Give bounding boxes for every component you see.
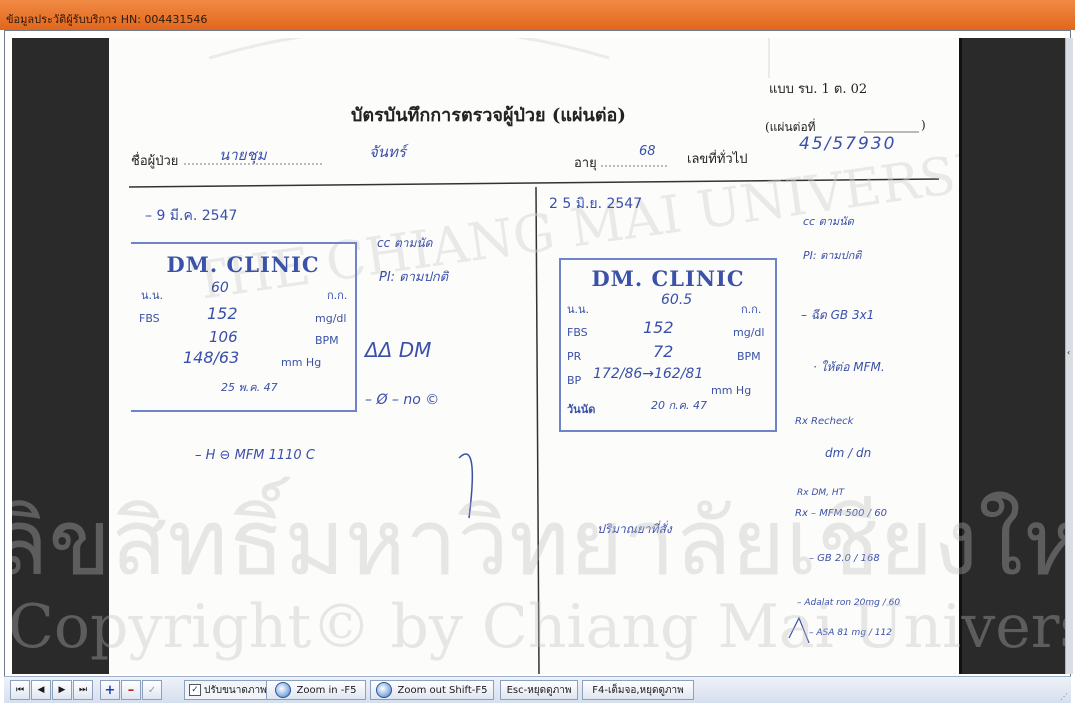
minus-icon: – [127,682,135,698]
right-stamp-nn-value: 60.5 [661,292,693,308]
plus-icon: + [104,682,116,698]
note-left-1: PI: ตามปกติ [379,270,449,285]
right-stamp-nn-label: น.น. [567,303,590,316]
esc-stop-label: Esc-หยุดดูภาพ [506,684,572,696]
left-stamp-fbs-label: FBS [139,312,160,325]
right-stamp-fbs-unit: mg/dl [733,326,765,339]
right-visit-date: 2 5 มิ.ย. 2547 [549,196,643,212]
note-right-6: Rx DM, HT [797,488,845,498]
scroll-arrow-icon[interactable]: ‹ [1067,348,1070,357]
hn-value: 45/57930 [799,134,897,154]
age-label: อายุ [574,156,597,171]
note-right-10: – ASA 81 mg / 112 [809,628,892,638]
left-stamp-bp-unit: mm Hg [281,356,322,369]
note-right-2: – ฉีด GB 3x1 [801,308,875,322]
note-right-4: Rx Recheck [795,416,854,427]
right-stamp-appt-label: วันนัด [567,403,596,416]
left-stamp-nn-label: น.น. [141,289,164,302]
left-stamp-appt-value: 25 พ.ค. 47 [221,381,278,394]
right-stamp-bp-unit: mm Hg [711,384,752,397]
last-page-icon: ⏭ [78,685,88,695]
hn-label: เลขที่ทั่วไป [687,152,748,167]
note-right-0: cc ตามนัด [803,215,854,228]
scanned-document: THE CHIANG MAI UNIVERSITY แบบ รบ. 1 ต. 0… [109,38,962,674]
card-heading: บัตรบันทึกการตรวจผู้ป่วย (แผ่นต่อ) [351,105,626,126]
sheet-close: ) [921,118,926,132]
patient-name: นายชุม [219,146,267,164]
left-visit-date: – 9 มี.ค. 2547 [145,208,238,224]
add-button[interactable]: + [100,680,120,700]
zoom-out-icon [376,682,393,698]
left-stamp-pr-value: 106 [209,328,238,346]
form-code: แบบ รบ. 1 ต. 02 [769,82,868,97]
note-bottom: ปริมาณยาที่สั่ง [597,522,672,536]
note-right-3: · ให้ต่อ MFM. [813,360,885,374]
next-page-button[interactable]: ▶ [52,680,72,700]
note-right-7: Rx – MFM 500 / 60 [795,508,887,519]
zoom-in-icon [275,682,292,698]
fit-image-checkbox[interactable]: ✓ ปรับขนาดภาพ [184,680,272,700]
right-stamp-pr-unit: BPM [737,350,761,363]
esc-stop-button[interactable]: Esc-หยุดดูภาพ [500,680,578,700]
zoom-in-label: Zoom in -F5 [296,684,357,696]
note-right-9: – Adalat ron 20mg / 60 [797,598,901,608]
fullscreen-label: F4-เต็มจอ,หยุดดูภาพ [592,684,684,696]
confirm-button[interactable]: ✓ [142,680,162,700]
note-right-8: – GB 2.0 / 168 [809,553,880,564]
right-stamp-bp-label: BP [567,374,582,387]
zoom-in-button[interactable]: Zoom in -F5 [266,680,366,700]
first-page-icon: ⏮ [15,685,25,695]
note-left-3: – Ø – no © [365,392,440,408]
left-stamp-nn-value: 60 [211,280,229,296]
right-stamp-appt-value: 20 ก.ค. 47 [651,399,707,412]
note-left-2: ΔΔ DM [365,338,432,362]
patient-surname: จันทร์ [369,143,406,161]
patient-label: ชื่อผู้ป่วย [131,154,179,169]
check-icon: ✓ [147,684,157,696]
right-stamp-fbs-value: 152 [643,318,674,337]
fit-image-label: ปรับขนาดภาพ [204,684,267,696]
right-stamp-pr-label: PR [567,350,582,363]
right-stamp-name: DM. CLINIC [591,266,745,291]
resize-grip-icon[interactable]: ⋰ [1060,692,1068,701]
prev-page-icon: ◀ [37,685,45,695]
left-stamp-name: DM. CLINIC [166,252,320,277]
checkbox-icon[interactable]: ✓ [189,684,201,696]
remove-button[interactable]: – [121,680,141,700]
zoom-out-label: Zoom out Shift-F5 [397,684,488,696]
title-bar: ข้อมูลประวัติผู้รับบริการ HN: 004431546 [0,0,1075,30]
image-viewer[interactable]: THE CHIANG MAI UNIVERSITY แบบ รบ. 1 ต. 0… [12,38,1065,674]
prev-page-button[interactable]: ◀ [31,680,51,700]
age-value: 68 [639,144,656,159]
note-right-1: PI: ตามปกติ [803,249,862,262]
left-clinic-stamp: DM. CLINIC น.น. 60 ก.ก. FBS 152 mg/dl 10… [131,242,357,412]
zoom-out-button[interactable]: Zoom out Shift-F5 [370,680,494,700]
left-stamp-nn-unit: ก.ก. [327,289,348,302]
note-left-4: – H ⊖ MFM 1110 C [195,448,315,463]
last-page-button[interactable]: ⏭ [73,680,93,700]
next-page-icon: ▶ [58,685,66,695]
bottom-toolbar: ⏮ ◀ ▶ ⏭ + – ✓ ✓ ปรับขนาดภาพ Zoom in -F5 … [4,676,1071,703]
right-stamp-bp-value: 172/86→162/81 [593,366,704,382]
note-left-0: cc ตามนัด [377,236,433,250]
note-right-5: dm / dn [825,446,872,460]
first-page-button[interactable]: ⏮ [10,680,30,700]
right-stamp-fbs-label: FBS [567,326,588,339]
left-stamp-bp-value: 148/63 [183,348,240,367]
left-stamp-fbs-unit: mg/dl [315,312,347,325]
right-stamp-nn-unit: ก.ก. [741,303,762,316]
right-stamp-pr-value: 72 [653,342,674,361]
fullscreen-button[interactable]: F4-เต็มจอ,หยุดดูภาพ [582,680,694,700]
window-title: ข้อมูลประวัติผู้รับบริการ HN: 004431546 [6,13,208,26]
left-stamp-fbs-value: 152 [207,304,238,323]
right-clinic-stamp: DM. CLINIC น.น. 60.5 ก.ก. FBS 152 mg/dl … [559,258,777,432]
vertical-scrollbar[interactable]: ‹ [1065,38,1073,674]
left-stamp-pr-unit: BPM [315,334,339,347]
